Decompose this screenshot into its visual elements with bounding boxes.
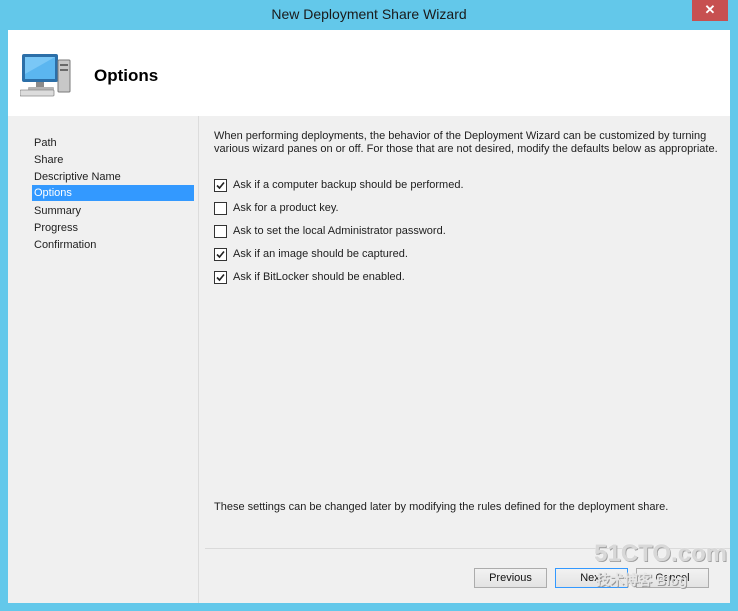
option-label: Ask if BitLocker should be enabled. xyxy=(233,271,405,283)
wizard-body: Path Share Descriptive Name Options Summ… xyxy=(8,116,730,603)
checkbox-checked[interactable] xyxy=(214,271,227,284)
checkbox-checked[interactable] xyxy=(214,179,227,192)
nav-item-share[interactable]: Share xyxy=(32,152,194,168)
checkbox-unchecked[interactable] xyxy=(214,225,227,238)
checkbox-unchecked[interactable] xyxy=(214,202,227,215)
page-title: Options xyxy=(94,66,159,85)
nav-item-progress[interactable]: Progress xyxy=(32,220,194,236)
option-label: Ask if a computer backup should be perfo… xyxy=(233,179,464,191)
previous-button[interactable]: Previous xyxy=(474,568,547,588)
nav-item-options[interactable]: Options xyxy=(32,185,194,201)
wizard-header: Options xyxy=(8,30,730,116)
computer-icon xyxy=(20,54,71,97)
intro-text: When performing deployments, the behavio… xyxy=(214,130,718,155)
close-icon: ✕ xyxy=(704,2,716,17)
checkmark-icon xyxy=(216,181,225,190)
checkbox-checked[interactable] xyxy=(214,248,227,261)
wizard-steps-nav: Path Share Descriptive Name Options Summ… xyxy=(8,116,199,603)
option-label: Ask to set the local Administrator passw… xyxy=(233,225,446,237)
next-button[interactable]: Next xyxy=(555,568,628,588)
checkmark-icon xyxy=(216,250,225,259)
option-label: Ask if an image should be captured. xyxy=(233,248,408,260)
options-panel: When performing deployments, the behavio… xyxy=(205,116,730,603)
checkmark-icon xyxy=(216,273,225,282)
window-title: New Deployment Share Wizard xyxy=(271,6,467,22)
nav-item-path[interactable]: Path xyxy=(32,135,194,151)
option-label: Ask for a product key. xyxy=(233,202,339,214)
title-bar: New Deployment Share Wizard ✕ xyxy=(0,0,738,30)
nav-item-descriptive-name[interactable]: Descriptive Name xyxy=(32,169,194,185)
nav-item-confirmation[interactable]: Confirmation xyxy=(32,237,194,253)
nav-item-summary[interactable]: Summary xyxy=(32,203,194,219)
divider xyxy=(205,548,730,549)
cancel-button[interactable]: Cancel xyxy=(636,568,709,588)
close-button[interactable]: ✕ xyxy=(692,0,728,21)
footer-note: These settings can be changed later by m… xyxy=(214,501,669,513)
